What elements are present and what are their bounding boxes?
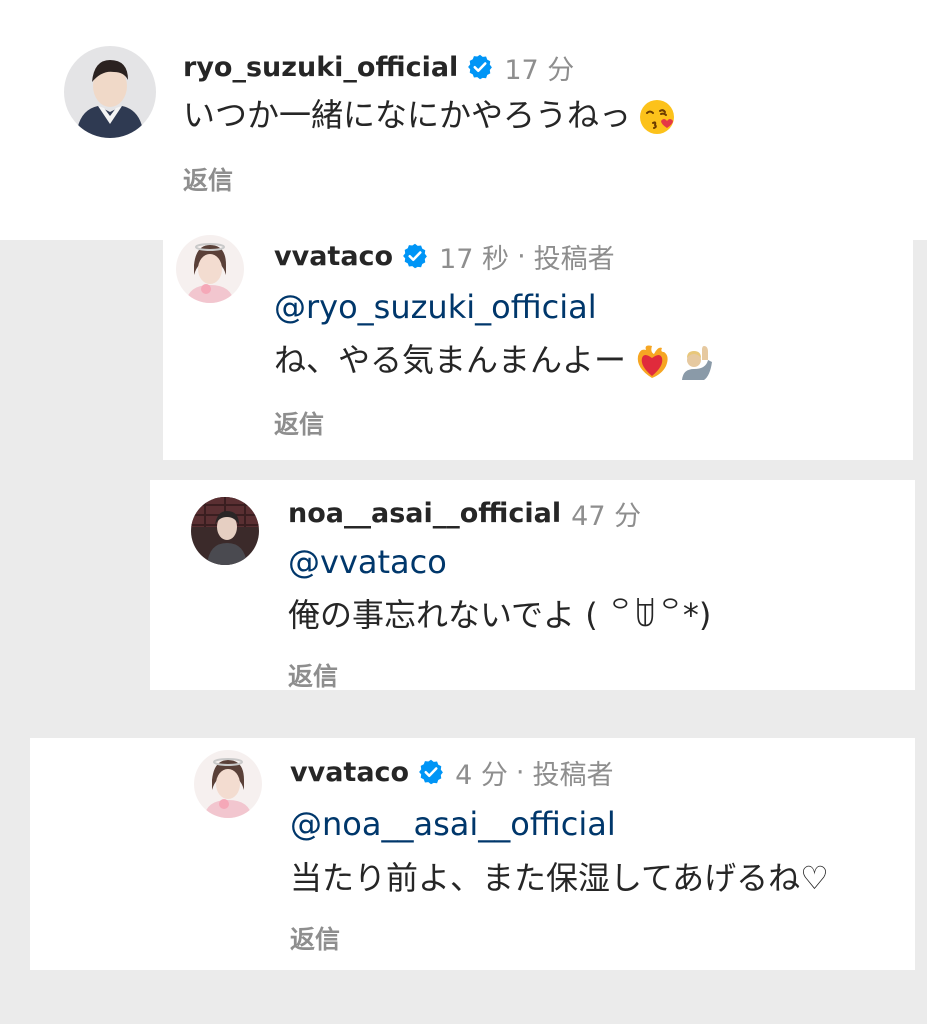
reply-button[interactable]: 返信 (274, 405, 324, 441)
heart-on-fire-icon (632, 342, 672, 382)
kissing-face-with-heart-icon (637, 97, 677, 137)
timestamp: 47 分 (571, 500, 642, 532)
mention-link[interactable]: @ryo_suzuki_official (274, 286, 597, 328)
comment-meta: vvataco 17 秒 · 投稿者 (274, 237, 615, 275)
comment-body: いつか一緒になにかやろうねっ (183, 96, 632, 134)
comment-text: いつか一緒になにかやろうねっ (183, 94, 677, 137)
timestamp: 17 秒 (439, 243, 510, 275)
verified-badge-icon (417, 758, 445, 786)
comment-body: 当たり前よ、また保湿してあげるね♡ (290, 859, 829, 897)
avatar[interactable] (194, 750, 262, 818)
comment-text: 当たり前よ、また保湿してあげるね♡ (290, 857, 829, 899)
reply-button[interactable]: 返信 (290, 920, 340, 956)
reply-button[interactable]: 返信 (288, 657, 338, 693)
verified-badge-icon (466, 53, 494, 81)
timestamp: 17 分 (504, 54, 575, 86)
separator: · (517, 240, 526, 272)
author-label: 投稿者 (533, 243, 615, 275)
comment-text: 俺の事忘れないでよ ( ꒪ꌂ꒪*) (288, 594, 711, 636)
comment-text: ね、やる気まんまんよー (274, 339, 718, 382)
comment-body: 俺の事忘れないでよ ( ꒪ꌂ꒪*) (288, 596, 712, 634)
author-label: 投稿者 (532, 759, 614, 791)
avatar[interactable] (176, 235, 244, 303)
mention-link[interactable]: @vvataco (288, 541, 447, 583)
separator: · (515, 756, 525, 788)
timestamp: 4 分 (455, 759, 508, 791)
comment-body: ね、やる気まんまんよー (274, 341, 627, 379)
avatar[interactable] (64, 46, 156, 138)
comment-meta: vvataco 4 分 · 投稿者 (290, 753, 613, 791)
username[interactable]: ryo_suzuki_official (183, 52, 458, 83)
username[interactable]: noa__asai__official (288, 498, 561, 529)
comment-meta: noa__asai__official 47 分 (288, 494, 641, 532)
raising-hand-icon (678, 342, 718, 382)
username[interactable]: vvataco (274, 241, 393, 272)
mention-link[interactable]: @noa__asai__official (290, 803, 616, 845)
verified-badge-icon (401, 242, 429, 270)
avatar[interactable] (191, 497, 259, 565)
username[interactable]: vvataco (290, 757, 409, 788)
reply-button[interactable]: 返信 (183, 161, 233, 197)
comment-meta: ryo_suzuki_official 17 分 (183, 48, 574, 86)
